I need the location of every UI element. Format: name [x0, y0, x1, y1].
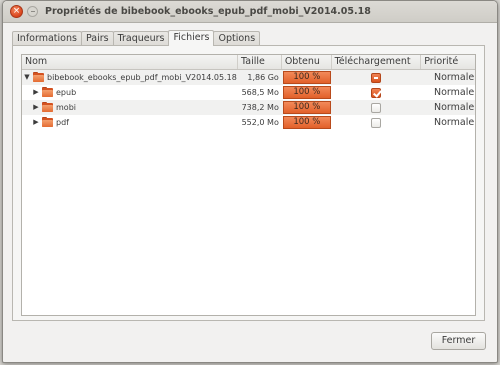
column-header-download[interactable]: Téléchargement	[332, 55, 422, 69]
column-header-priority[interactable]: Priorité	[421, 55, 475, 69]
minimize-window-button[interactable]	[27, 6, 38, 17]
progress-cell: 100 %	[282, 115, 332, 130]
progress-bar: 100 %	[282, 86, 331, 99]
tab-traqueurs[interactable]: Traqueurs	[112, 31, 170, 46]
file-size: 738,2 Mo	[241, 103, 279, 112]
download-checkbox[interactable]	[371, 72, 382, 83]
progress-cell: 100 %	[282, 85, 332, 100]
tab-informations[interactable]: Informations	[12, 31, 82, 46]
progress-bar: 100 %	[282, 116, 331, 129]
priority-value[interactable]: Normale	[421, 85, 475, 100]
name-cell: ▶ epub	[22, 85, 238, 100]
folder-icon	[42, 117, 53, 127]
files-tab-panel: Nom Taille Obtenu Téléchargement Priorit…	[12, 45, 485, 321]
table-row[interactable]: ▶ mobi 738,2 Mo 100 % Normale	[22, 100, 475, 115]
download-checkbox[interactable]	[371, 102, 382, 113]
column-header-progress[interactable]: Obtenu	[282, 55, 332, 69]
progress-bar: 100 %	[282, 71, 331, 84]
progress-cell: 100 %	[282, 100, 332, 115]
progress-bar: 100 %	[282, 101, 331, 114]
table-row[interactable]: ▶ pdf 552,0 Mo 100 % Normale	[22, 115, 475, 130]
file-size: 568,5 Mo	[241, 88, 279, 97]
tab-pairs[interactable]: Pairs	[80, 31, 114, 46]
files-tree[interactable]: Nom Taille Obtenu Téléchargement Priorit…	[21, 54, 476, 316]
name-cell: ▶ pdf	[22, 115, 238, 130]
title-bar: × Propriétés de bibebook_ebooks_epub_pdf…	[3, 1, 497, 23]
file-name: bibebook_ebooks_epub_pdf_mobi_V2014.05.1…	[47, 73, 237, 82]
collapse-arrow-icon[interactable]: ▼	[23, 73, 31, 82]
expand-arrow-icon[interactable]: ▶	[32, 118, 40, 127]
priority-value[interactable]: Normale	[421, 115, 475, 130]
name-cell: ▼ bibebook_ebooks_epub_pdf_mobi_V2014.05…	[22, 70, 238, 85]
download-cell	[332, 70, 422, 85]
window-title: Propriétés de bibebook_ebooks_epub_pdf_m…	[45, 6, 371, 17]
file-size: 552,0 Mo	[241, 118, 279, 127]
name-cell: ▶ mobi	[22, 100, 238, 115]
column-header-size[interactable]: Taille	[238, 55, 282, 69]
folder-icon	[42, 102, 53, 112]
table-header: Nom Taille Obtenu Téléchargement Priorit…	[22, 55, 475, 70]
file-name: mobi	[56, 103, 76, 112]
close-button[interactable]: Fermer	[431, 332, 486, 350]
folder-icon	[33, 72, 44, 82]
table-row[interactable]: ▶ epub 568,5 Mo 100 % Normale	[22, 85, 475, 100]
download-cell	[332, 100, 422, 115]
download-cell	[332, 115, 422, 130]
priority-value[interactable]: Normale	[421, 70, 475, 85]
progress-cell: 100 %	[282, 70, 332, 85]
close-window-button[interactable]: ×	[10, 5, 23, 18]
table-row[interactable]: ▼ bibebook_ebooks_epub_pdf_mobi_V2014.05…	[22, 70, 475, 85]
priority-value[interactable]: Normale	[421, 100, 475, 115]
file-name: pdf	[56, 118, 69, 127]
download-cell	[332, 85, 422, 100]
download-checkbox[interactable]	[371, 87, 382, 98]
expand-arrow-icon[interactable]: ▶	[32, 103, 40, 112]
download-checkbox[interactable]	[371, 117, 382, 128]
column-header-name[interactable]: Nom	[22, 55, 239, 69]
file-size: 1,86 Go	[247, 73, 279, 82]
tab-bar: Informations Pairs Traqueurs Fichiers Op…	[12, 30, 261, 46]
expand-arrow-icon[interactable]: ▶	[32, 88, 40, 97]
file-name: epub	[56, 88, 77, 97]
tab-options[interactable]: Options	[213, 31, 261, 46]
tab-fichiers[interactable]: Fichiers	[168, 30, 215, 46]
folder-icon	[42, 87, 53, 97]
